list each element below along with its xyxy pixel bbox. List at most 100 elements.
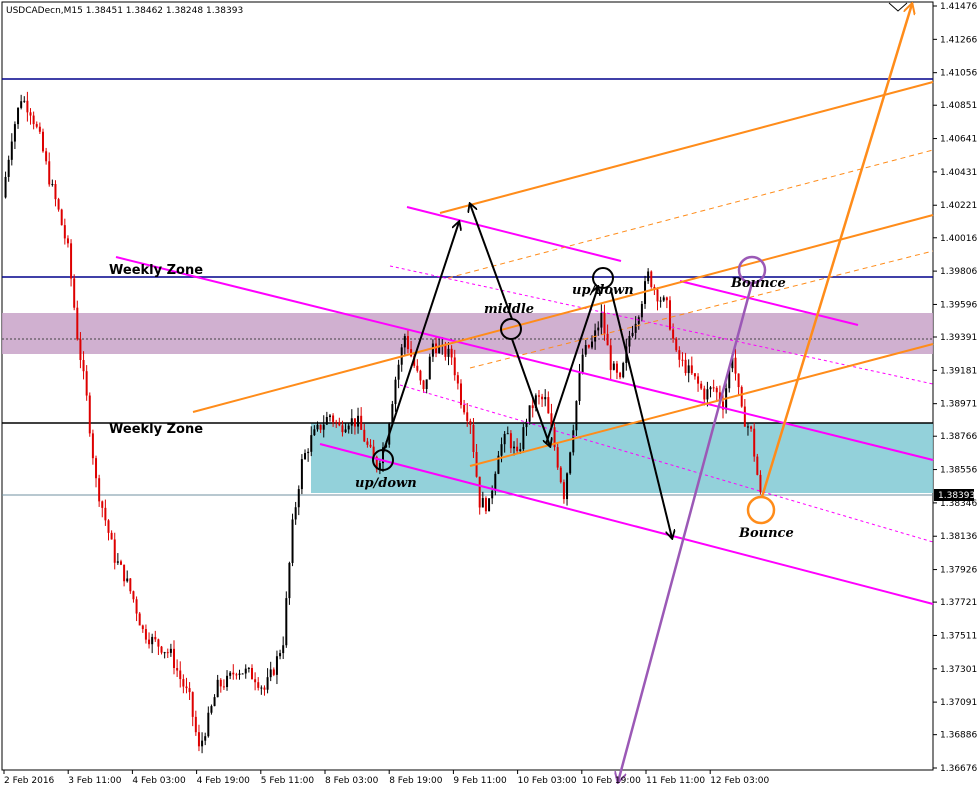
y-tick-label: 1.41056: [940, 69, 977, 79]
candle-body: [581, 354, 584, 374]
candle-body: [232, 672, 235, 675]
candle-body: [226, 675, 229, 688]
candle-body: [759, 474, 762, 493]
candle-body: [631, 332, 634, 336]
candle-body: [45, 151, 48, 162]
x-tick-label: 5 Feb 11:00: [261, 776, 315, 786]
candle-body: [275, 656, 278, 675]
y-tick-label: 1.37301: [940, 665, 977, 675]
candle-body: [210, 706, 213, 713]
candle-body: [148, 639, 151, 645]
candle-body: [151, 636, 154, 645]
candle-body: [544, 397, 547, 400]
candle-body: [166, 652, 169, 654]
weekly-zone-purple: [2, 313, 933, 354]
candle-body: [350, 418, 353, 426]
y-tick-label: 1.38556: [940, 466, 977, 476]
y-tick-label: 1.38136: [940, 532, 977, 542]
candle-body: [712, 387, 715, 389]
candle-body: [640, 303, 643, 318]
candle-body: [687, 365, 690, 374]
candle-body: [26, 100, 29, 113]
y-tick-label: 1.37721: [940, 598, 977, 608]
candle-body: [353, 418, 356, 427]
candle-body: [98, 478, 101, 502]
candle-body: [750, 426, 753, 429]
y-tick-label: 1.40431: [940, 168, 977, 178]
candle-body: [481, 498, 484, 508]
x-tick-label: 2 Feb 2016: [4, 776, 55, 786]
x-tick-label: 4 Feb 19:00: [197, 776, 251, 786]
candle-body: [316, 424, 319, 430]
candle-body: [622, 363, 625, 378]
candle-body: [7, 159, 10, 177]
y-axis: 1.41476 1.41266 1.41056 1.40851 1.40641 1.404…: [933, 2, 977, 774]
candle-body: [425, 379, 428, 390]
candle-body: [672, 329, 675, 339]
candle-body: [500, 444, 503, 456]
candle-body: [160, 646, 163, 653]
candle-body: [444, 344, 447, 357]
candle-body: [491, 490, 494, 499]
candle-body: [129, 578, 132, 592]
candle-body: [66, 238, 69, 244]
y-tick-label: 1.38766: [940, 432, 977, 442]
candle-body: [506, 433, 509, 435]
candle-body: [288, 562, 291, 599]
candle-body: [590, 341, 593, 348]
candle-body: [119, 561, 122, 565]
candle-body: [213, 697, 216, 707]
candle-body: [341, 425, 344, 433]
candle-body: [357, 415, 360, 427]
candle-body: [746, 426, 749, 428]
candle-body: [684, 359, 687, 374]
y-tick-label: 1.40016: [940, 234, 977, 244]
candle-body: [282, 645, 285, 654]
candle-body: [338, 422, 341, 426]
x-tick-label: 9 Feb 11:00: [453, 776, 507, 786]
y-tick-label: 1.37511: [940, 631, 977, 641]
current-price-tag: 1.38393: [934, 489, 975, 501]
candle-body: [291, 519, 294, 563]
candle-body: [363, 429, 366, 442]
candle-body: [494, 473, 497, 491]
label-bounce-upper: Bounce: [730, 276, 786, 291]
candle-body: [431, 343, 434, 357]
candle-body: [38, 126, 41, 132]
candle-body: [241, 673, 244, 675]
candle-body: [634, 323, 637, 333]
candle-body: [266, 677, 269, 690]
candle-body: [163, 652, 166, 654]
candle-body: [238, 673, 241, 675]
candle-body: [219, 679, 222, 687]
candle-body: [697, 376, 700, 384]
candle-body: [662, 297, 665, 301]
candle-body: [79, 339, 82, 361]
candle-body: [110, 532, 113, 540]
candle-body: [740, 387, 743, 407]
candle-body: [513, 446, 516, 449]
x-tick-label: 3 Feb 11:00: [68, 776, 122, 786]
candle-body: [23, 100, 26, 102]
candle-body: [619, 372, 622, 378]
candle-body: [57, 199, 60, 210]
candle-body: [531, 405, 534, 409]
candle-body: [556, 447, 559, 468]
candle-body: [20, 101, 23, 108]
candle-body: [63, 225, 66, 239]
current-price-label: 1.38393: [938, 491, 975, 501]
candle-body: [569, 452, 572, 474]
candle-body: [272, 669, 275, 675]
candle-body: [194, 716, 197, 733]
candle-body: [650, 271, 653, 287]
y-tick-label: 1.40221: [940, 201, 977, 211]
y-tick-label: 1.41266: [940, 35, 977, 45]
candle-body: [328, 415, 331, 418]
candle-body: [191, 692, 194, 717]
candle-body: [422, 380, 425, 390]
candle-body: [681, 359, 684, 361]
candle-body: [104, 507, 107, 521]
candle-body: [416, 365, 419, 371]
candle-body: [541, 396, 544, 400]
candle-body: [294, 507, 297, 520]
